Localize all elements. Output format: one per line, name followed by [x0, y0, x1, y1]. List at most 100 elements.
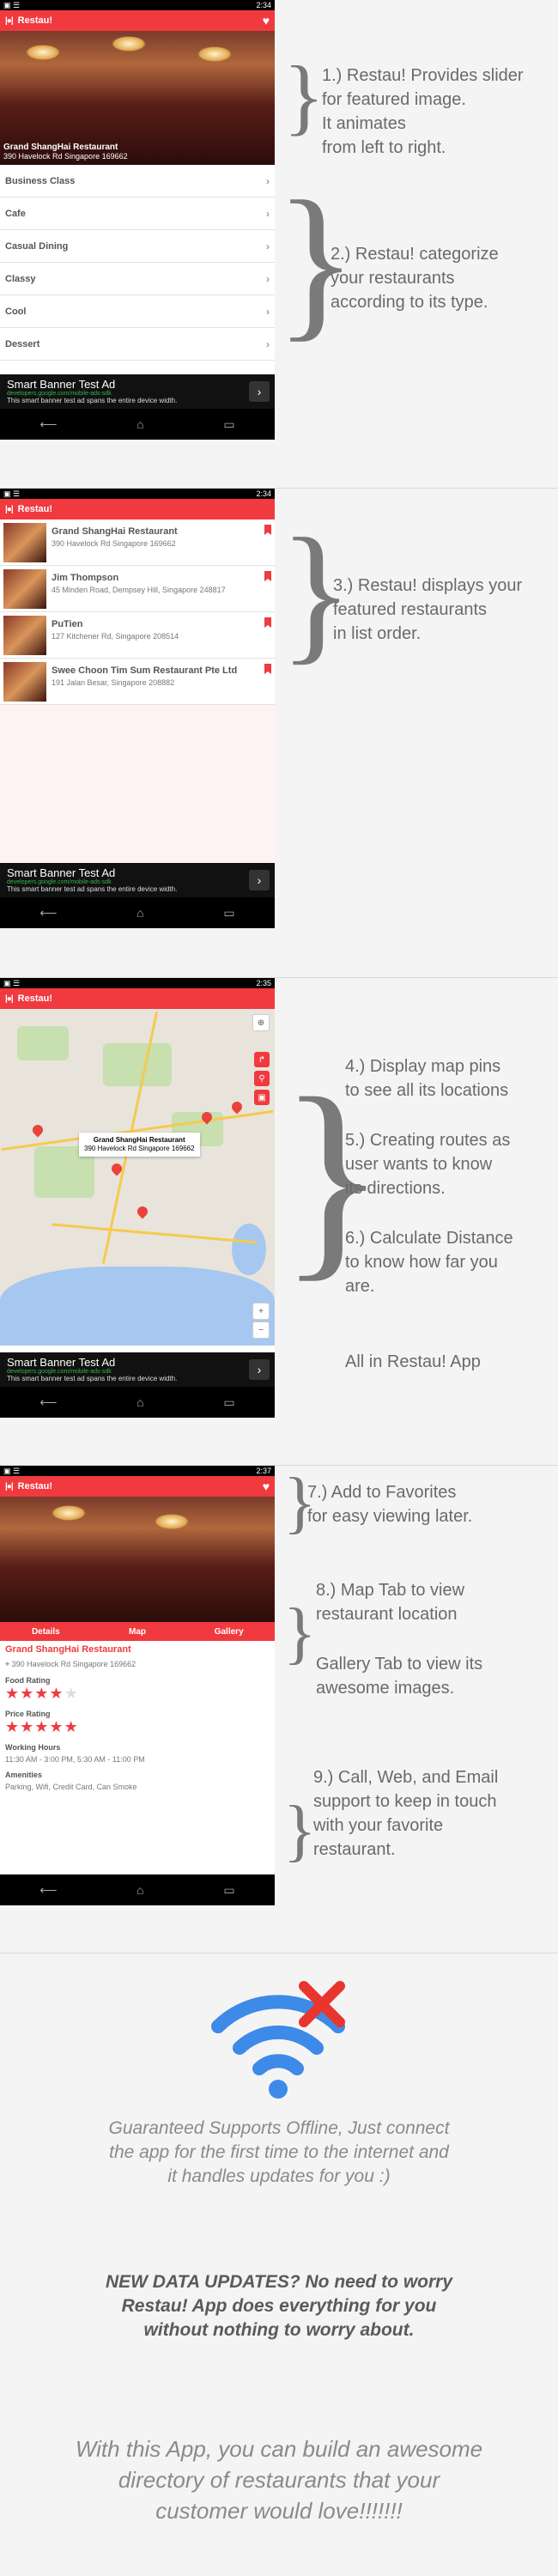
map-pin-icon[interactable] — [229, 1099, 245, 1115]
category-item[interactable]: Cool › — [0, 295, 275, 328]
status-bar: ▣ ☰ 2:35 — [0, 978, 275, 988]
offline-text: Guaranteed Supports Offline, Just connec… — [108, 2118, 450, 2186]
list-item[interactable]: Swee Choon Tim Sum Restaurant Pte Ltd 191… — [0, 659, 275, 705]
status-time: 2:34 — [256, 1, 271, 9]
ad-description: This smart banner test ad spans the enti… — [7, 397, 178, 404]
map-pin-icon[interactable] — [135, 1204, 150, 1219]
app-logo-icon: |●| — [5, 15, 14, 26]
favorite-heart-icon[interactable]: ♥ — [263, 1479, 270, 1493]
working-hours-label: Working Hours — [5, 1743, 61, 1752]
status-time: 2:35 — [256, 979, 271, 987]
note-slider: 1.) Restau! Provides slider for featured… — [322, 66, 524, 157]
app-bar: |●| Restau! — [0, 988, 275, 1009]
tab-map[interactable]: Map — [92, 1622, 184, 1641]
restaurant-photo — [0, 1497, 275, 1622]
home-icon[interactable]: ⌂ — [136, 417, 143, 431]
zoom-out-icon[interactable]: − — [252, 1321, 270, 1339]
category-item[interactable]: Cafe › — [0, 197, 275, 230]
tab-gallery[interactable]: Gallery — [183, 1622, 275, 1641]
app-title: Restau! — [17, 504, 52, 514]
back-icon[interactable]: ⟵ — [39, 1883, 57, 1898]
restaurant-address: 390 Havelock Rd Singapore 169662 — [11, 1660, 136, 1668]
restaurant-list: Grand ShangHai Restaurant 390 Havelock Rd… — [0, 519, 275, 705]
screen-map: ▣ ☰ 2:35 |●| Restau! Grand ShangHai Resta… — [0, 978, 275, 1418]
note-favorites: 7.) Add to Favorites for easy viewing la… — [307, 1483, 473, 1526]
map-info-window[interactable]: Grand ShangHai Restaurant 390 Havelock R… — [79, 1133, 200, 1157]
my-location-icon[interactable]: ⊕ — [252, 1014, 270, 1031]
ad-arrow-icon[interactable]: › — [249, 381, 270, 402]
chevron-right-icon: › — [266, 305, 270, 318]
list-item[interactable]: PuTien 127 Kitchener Rd, Singapore 208514 — [0, 612, 275, 659]
ad-title: Smart Banner Test Ad — [7, 1356, 116, 1369]
banner-ad[interactable]: Smart Banner Test Ad developers.google.c… — [0, 863, 275, 897]
star-icon: ★ — [64, 1685, 79, 1702]
chevron-right-icon: › — [266, 272, 270, 285]
walk-icon[interactable]: ⚲ — [254, 1071, 270, 1086]
brace-icon: } — [283, 1793, 317, 1868]
restaurant-name: Grand ShangHai Restaurant — [5, 1644, 131, 1655]
restaurant-address: 127 Kitchener Rd, Singapore 208514 — [52, 632, 179, 641]
chevron-right-icon: › — [266, 174, 270, 187]
app-logo-icon: |●| — [5, 504, 14, 514]
screen-categories: ▣ ☰ 2:34 |●| Restau! ♥ Grand ShangHai Res… — [0, 0, 275, 440]
category-item[interactable]: Classy › — [0, 263, 275, 295]
star-icon: ★ — [5, 1718, 21, 1735]
home-icon[interactable]: ⌂ — [136, 906, 143, 920]
map-view[interactable]: Grand ShangHai Restaurant 390 Havelock R… — [0, 1009, 275, 1346]
info-title: Grand ShangHai Restaurant — [93, 1136, 185, 1144]
info-address: 390 Havelock Rd Singapore 169662 — [84, 1145, 195, 1152]
star-icon: ★ — [20, 1685, 35, 1702]
screen-details: ▣ ☰ 2:37 |●| Restau! ♥ Details Map Galler… — [0, 1466, 275, 1905]
featured-image-slider[interactable]: Grand ShangHai Restaurant 390 Havelock R… — [0, 31, 275, 165]
note-categories: 2.) Restau! categorize your restaurants … — [331, 245, 499, 312]
back-icon[interactable]: ⟵ — [39, 417, 57, 432]
restaurant-thumbnail — [3, 523, 46, 562]
back-icon[interactable]: ⟵ — [39, 906, 57, 920]
android-nav-bar: ⟵ ⌂ ▭ — [0, 897, 275, 928]
star-icon: ★ — [20, 1718, 35, 1735]
tab-details[interactable]: Details — [0, 1622, 92, 1641]
favorite-heart-icon[interactable]: ♥ — [263, 14, 270, 27]
map-pin-icon[interactable] — [30, 1122, 45, 1138]
recents-icon[interactable]: ▭ — [223, 417, 234, 432]
note-gallery-tab: Gallery Tab to view its awesome images. — [316, 1655, 483, 1698]
restaurant-name: Jim Thompson — [52, 573, 119, 583]
recents-icon[interactable]: ▭ — [223, 1883, 234, 1898]
price-rating-stars: ★★★★★ — [5, 1718, 270, 1736]
star-icon: ★ — [34, 1718, 50, 1735]
recents-icon[interactable]: ▭ — [223, 1395, 234, 1410]
star-icon: ★ — [34, 1685, 50, 1702]
restaurant-address: 45 Minden Road, Dempsey Hill, Singapore … — [52, 586, 226, 594]
list-item[interactable]: Grand ShangHai Restaurant 390 Havelock Rd… — [0, 519, 275, 566]
star-icon: ★ — [49, 1718, 64, 1735]
category-item[interactable]: Dessert › — [0, 328, 275, 361]
status-bar: ▣ ☰ 2:34 — [0, 489, 275, 499]
list-item[interactable]: Jim Thompson 45 Minden Road, Dempsey Hill… — [0, 566, 275, 612]
address-row[interactable]: ⌖ 390 Havelock Rd Singapore 169662 — [5, 1660, 270, 1669]
home-icon[interactable]: ⌂ — [136, 1883, 143, 1897]
banner-ad[interactable]: Smart Banner Test Ad developers.google.c… — [0, 374, 275, 409]
status-time: 2:37 — [256, 1467, 271, 1475]
category-label: Business Class — [5, 175, 76, 186]
banner-ad[interactable]: Smart Banner Test Ad developers.google.c… — [0, 1352, 275, 1387]
home-icon[interactable]: ⌂ — [136, 1395, 143, 1409]
ad-arrow-icon[interactable]: › — [249, 1359, 270, 1380]
details-panel: Grand ShangHai Restaurant ⌖ 390 Havelock… — [0, 1641, 275, 1795]
ad-description: This smart banner test ad spans the enti… — [7, 1375, 178, 1382]
drive-icon[interactable]: ▣ — [254, 1090, 270, 1105]
ad-url: developers.google.com/mobile-ads-sdk — [7, 1369, 112, 1375]
star-icon: ★ — [5, 1685, 21, 1702]
restaurant-name: PuTien — [52, 619, 83, 629]
directions-icon[interactable]: ↱ — [254, 1052, 270, 1067]
slider-address: 390 Havelock Rd Singapore 169662 — [3, 152, 128, 161]
ad-arrow-icon[interactable]: › — [249, 870, 270, 890]
recents-icon[interactable]: ▭ — [223, 906, 234, 920]
category-item[interactable]: Business Class › — [0, 165, 275, 197]
slider-title: Grand ShangHai Restaurant — [3, 143, 118, 152]
food-rating-label: Food Rating — [5, 1676, 51, 1685]
note-distance: 6.) Calculate Distance to know how far y… — [345, 1229, 513, 1296]
android-nav-bar: ⟵ ⌂ ▭ — [0, 409, 275, 440]
zoom-in-icon[interactable]: + — [252, 1303, 270, 1320]
category-item[interactable]: Casual Dining › — [0, 230, 275, 263]
back-icon[interactable]: ⟵ — [39, 1395, 57, 1410]
